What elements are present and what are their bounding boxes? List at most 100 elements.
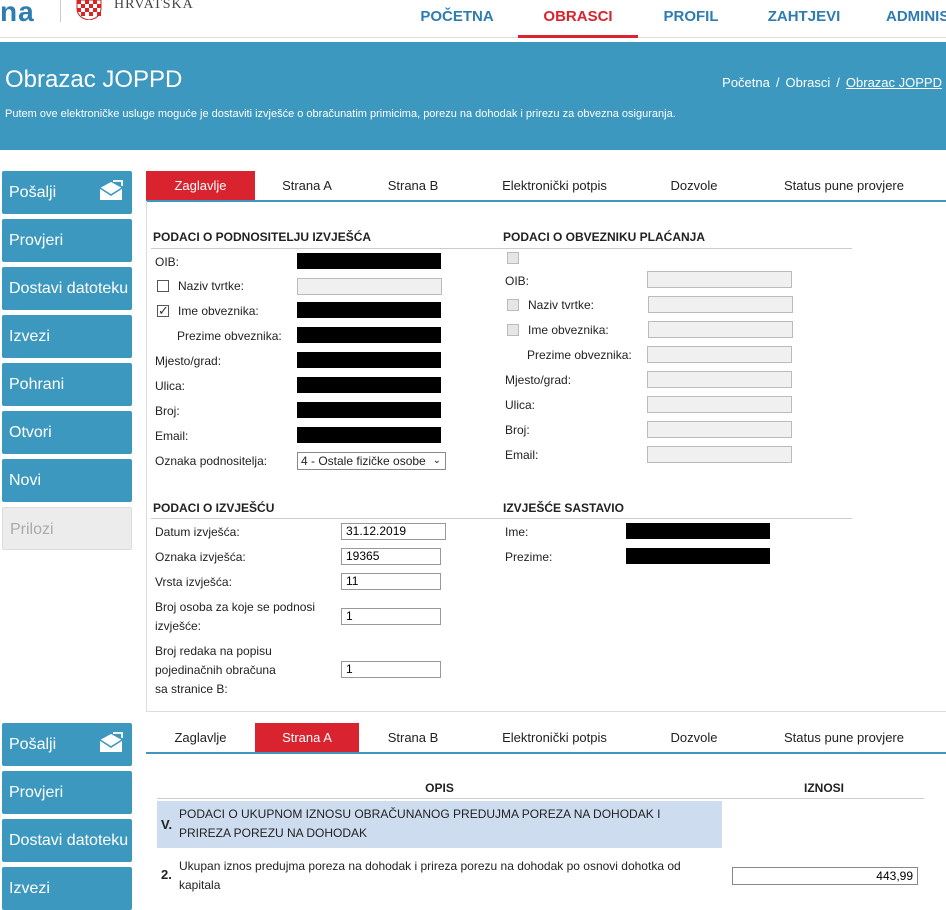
- podnositelj-title: PODACI O PODNOSITELJU IZVJEŠĆA: [153, 230, 372, 244]
- sastavio-title: IZVJEŠĆE SASTAVIO: [503, 501, 624, 515]
- podnositelj-prezime-label: Prezime obveznika:: [177, 329, 282, 343]
- logo-text: HRVATSKA: [114, 0, 194, 12]
- vrsta-izvjesca-field[interactable]: 11: [341, 573, 441, 590]
- podnositelj-divider: [151, 248, 501, 249]
- tab-status-pune-provjere[interactable]: Status pune provjere: [746, 171, 942, 200]
- obveznik-ulica-field[interactable]: [647, 396, 792, 413]
- row-2-amount-field[interactable]: 443,99: [732, 867, 918, 885]
- dostavi-datoteku-button[interactable]: Dostavi datoteku: [2, 267, 132, 310]
- naziv-tvrtke-checkbox[interactable]: [157, 280, 169, 292]
- tab-strana-b[interactable]: Strana B: [359, 171, 467, 200]
- ime-obveznika-checkbox[interactable]: [157, 303, 169, 319]
- podnositelj-ime-label: Ime obveznika:: [178, 304, 259, 318]
- podnositelj-naziv-label: Naziv tvrtke:: [178, 279, 245, 293]
- page-description: Putem ove elektroničke usluge moguće je …: [5, 108, 676, 120]
- broj-osoba-label-1: Broj osoba za koje se podnosi: [155, 600, 316, 614]
- breadcrumb-obrasci[interactable]: Obrasci: [785, 75, 830, 90]
- breadcrumb-pocetna[interactable]: Početna: [722, 75, 770, 90]
- tab-dozvole[interactable]: Dozvole: [642, 171, 746, 200]
- podnositelj-broj-field[interactable]: [297, 402, 441, 418]
- tab-zaglavlje[interactable]: Zaglavlje: [146, 171, 255, 200]
- obveznik-broj-label: Broj:: [505, 423, 530, 437]
- obveznik-mjesto-label: Mjesto/grad:: [505, 373, 572, 387]
- top-bar: na HRVATSKA POČETNA OBRASCI PROFIL ZAHTJ…: [0, 0, 946, 38]
- obveznik-broj-field[interactable]: [647, 421, 792, 438]
- posalji-label-2: Pošalji: [9, 736, 57, 753]
- obveznik-checkbox[interactable]: [507, 252, 519, 264]
- provjeri-button-2[interactable]: Provjeri: [2, 771, 132, 814]
- oznaka-podnositelja-label: Oznaka podnositelja:: [155, 454, 268, 468]
- broj-redaka-field[interactable]: 1: [341, 661, 441, 678]
- obveznik-email-label: Email:: [505, 448, 539, 462]
- izvezi-button-2[interactable]: Izvezi: [2, 867, 132, 910]
- broj-osoba-label-2: izvješće:: [155, 619, 202, 633]
- izvjesce-title: PODACI O IZVJEŠĆU: [153, 501, 275, 515]
- tab-dozvole-2[interactable]: Dozvole: [642, 723, 746, 752]
- obveznik-prezime-field[interactable]: [647, 346, 792, 363]
- nav-profil[interactable]: PROFIL: [648, 8, 734, 38]
- tab-elektronicki-potpis-2[interactable]: Elektronički potpis: [467, 723, 642, 752]
- podnositelj-email-field[interactable]: [297, 427, 441, 443]
- row-2-text-1: Ukupan iznos predujma poreza na dohodak …: [179, 859, 681, 873]
- vrsta-izvjesca-label: Vrsta izvješća:: [155, 575, 232, 589]
- chevron-down-icon: ⌄: [432, 455, 441, 466]
- section-v-row: V. PODACI O UKUPNOM IZNOSU OBRAČUNANOG P…: [157, 801, 722, 848]
- sastavio-prezime-field[interactable]: [626, 548, 770, 564]
- podnositelj-ulica-label: Ulica:: [155, 379, 186, 393]
- row-2-number: 2.: [161, 867, 172, 882]
- podnositelj-oib-field[interactable]: [297, 253, 441, 269]
- table-header-divider: [157, 798, 924, 799]
- podnositelj-naziv-field[interactable]: [297, 278, 442, 295]
- obveznik-naziv-field[interactable]: [648, 296, 793, 313]
- dostavi-datoteku-button-2[interactable]: Dostavi datoteku: [2, 819, 132, 862]
- obveznik-ime-checkbox[interactable]: [507, 324, 519, 336]
- prilozi-button: Prilozi: [2, 507, 132, 550]
- tab-zaglavlje-2[interactable]: Zaglavlje: [146, 723, 255, 752]
- provjeri-button[interactable]: Provjeri: [2, 219, 132, 262]
- obveznik-oib-field[interactable]: [647, 271, 792, 288]
- broj-redaka-label-3: sa stranice B:: [155, 682, 228, 696]
- nav-pocetna[interactable]: POČETNA: [404, 8, 510, 38]
- send-mail-icon: [99, 732, 123, 752]
- breadcrumb-current[interactable]: Obrazac JOPPD: [846, 75, 942, 90]
- podnositelj-mjesto-field[interactable]: [297, 352, 441, 368]
- datum-izvjesca-label: Datum izvješća:: [155, 525, 240, 539]
- sastavio-ime-label: Ime:: [505, 525, 529, 539]
- podnositelj-ulica-field[interactable]: [297, 377, 441, 393]
- tab-strana-a[interactable]: Strana A: [255, 171, 359, 200]
- tab-strana-a-2[interactable]: Strana A: [255, 723, 359, 752]
- otvori-button[interactable]: Otvori: [2, 411, 132, 454]
- breadcrumb: Početna / Obrasci / Obrazac JOPPD: [722, 75, 942, 90]
- logo-divider: [60, 0, 61, 22]
- section-v-number: V.: [161, 817, 173, 832]
- oznaka-podnositelja-select[interactable]: 4 - Ostale fizičke osobe ⌄: [297, 452, 446, 470]
- izvezi-button[interactable]: Izvezi: [2, 315, 132, 358]
- obveznik-mjesto-field[interactable]: [647, 371, 792, 388]
- novi-button[interactable]: Novi: [2, 459, 132, 502]
- oznaka-izvjesca-field[interactable]: 19365: [341, 548, 441, 565]
- obveznik-divider: [501, 248, 852, 249]
- nav-admin[interactable]: ADMINIS: [886, 8, 946, 38]
- obveznik-ime-field[interactable]: [648, 321, 793, 338]
- obveznik-oib-label: OIB:: [505, 274, 530, 288]
- tab-strana-b-2[interactable]: Strana B: [359, 723, 467, 752]
- tab-status-pune-provjere-2[interactable]: Status pune provjere: [746, 723, 942, 752]
- nav-zahtjevi[interactable]: ZAHTJEVI: [752, 8, 856, 38]
- section-v-text-2: PRIREZA POREZU NA DOHODAK: [179, 826, 368, 840]
- broj-osoba-field[interactable]: 1: [341, 608, 441, 625]
- obveznik-email-field[interactable]: [647, 446, 792, 463]
- posalji-button-2[interactable]: Pošalji: [2, 723, 132, 766]
- obveznik-title: PODACI O OBVEZNIKU PLAĆANJA: [503, 230, 706, 244]
- page-title: Obrazac JOPPD: [5, 66, 183, 93]
- podnositelj-ime-field[interactable]: [297, 302, 441, 318]
- nav-obrasci[interactable]: OBRASCI: [518, 8, 638, 38]
- podnositelj-prezime-field[interactable]: [297, 327, 441, 343]
- posalji-button[interactable]: Pošalji: [2, 171, 132, 214]
- sastavio-ime-field[interactable]: [626, 523, 770, 539]
- datum-izvjesca-field[interactable]: 31.12.2019: [341, 523, 446, 540]
- podnositelj-email-label: Email:: [155, 429, 189, 443]
- pohrani-button[interactable]: Pohrani: [2, 363, 132, 406]
- tab-elektronicki-potpis[interactable]: Elektronički potpis: [467, 171, 642, 200]
- posalji-label: Pošalji: [9, 184, 57, 201]
- obveznik-naziv-checkbox[interactable]: [507, 299, 519, 311]
